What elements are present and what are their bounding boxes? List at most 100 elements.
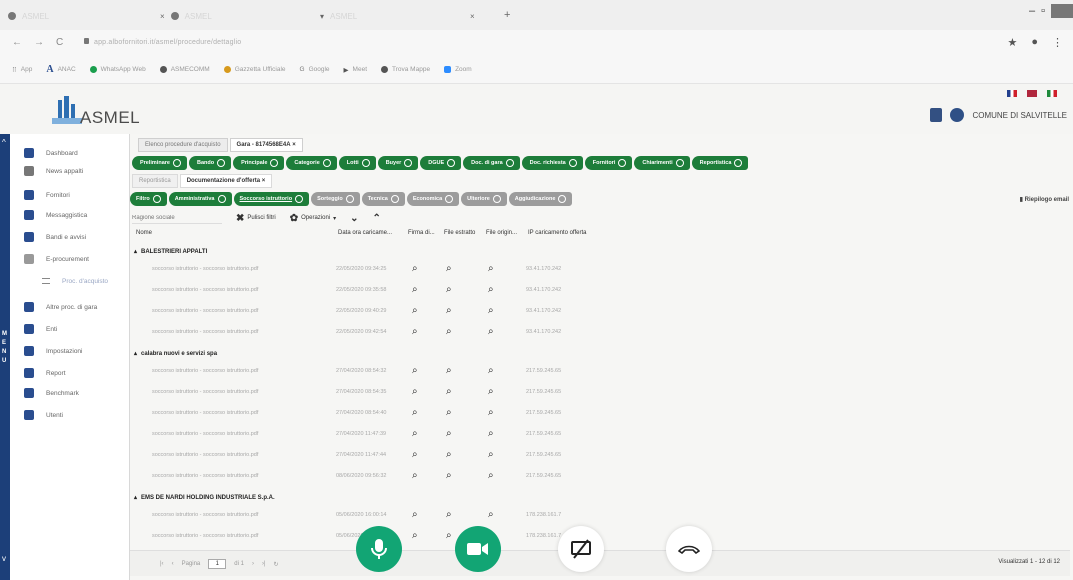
step-preliminare[interactable]: Preliminare	[132, 156, 187, 170]
sidebar-item-news-appalti[interactable]: News appalti	[24, 162, 128, 180]
bookmark-anac[interactable]: A ANAC	[46, 64, 75, 75]
col-file-originale[interactable]: File origin...	[486, 230, 517, 236]
sidebar-item-utenti[interactable]: Utenti	[24, 406, 128, 424]
close-window-icon[interactable]	[1051, 4, 1073, 18]
extracted-file-view-magnifier-icon[interactable]: ⌕	[446, 530, 452, 541]
step-lotti[interactable]: Lotti	[338, 156, 376, 170]
star-icon[interactable]: ★	[1007, 36, 1017, 49]
signature-view-magnifier-icon[interactable]: ⌕	[412, 470, 418, 481]
original-file-view-magnifier-icon[interactable]: ⌕	[488, 509, 494, 520]
download-icon[interactable]	[930, 108, 943, 122]
original-file-view-magnifier-icon[interactable]: ⌕	[488, 449, 494, 460]
forward-icon[interactable]: →	[34, 37, 44, 48]
collapse-caret-icon[interactable]: ▴	[134, 494, 137, 501]
page-input[interactable]: 1	[208, 559, 227, 569]
table-row[interactable]: soccorso istruttorio - soccorso istrutto…	[130, 469, 650, 485]
tab-documentazione-offerta[interactable]: Documentazione d'offerta ×	[179, 174, 273, 188]
chevron-down-icon[interactable]: v	[2, 554, 6, 563]
step-bando[interactable]: Bando	[188, 156, 232, 170]
step-doc-richiesta[interactable]: Doc. richiesta	[521, 156, 583, 170]
screen-share-button[interactable]	[558, 526, 604, 572]
signature-view-magnifier-icon[interactable]: ⌕	[412, 530, 418, 541]
tab-procedure-list[interactable]: Elenco procedure d'acquisto	[138, 138, 228, 152]
bookmark-gazzetta[interactable]: Gazzetta Ufficiale	[223, 66, 286, 73]
signature-view-magnifier-icon[interactable]: ⌕	[412, 326, 418, 337]
menu-strip[interactable]: ^ MENU v	[0, 134, 10, 580]
step-reportistica[interactable]: Reportistica	[691, 156, 749, 170]
sidebar-item-altre-proc-di-gara[interactable]: Altre proc. di gara	[24, 298, 128, 316]
table-row[interactable]: soccorso istruttorio - soccorso istrutto…	[130, 304, 650, 320]
original-file-view-magnifier-icon[interactable]: ⌕	[488, 386, 494, 397]
microphone-button[interactable]	[356, 526, 402, 572]
eval-step-economica[interactable]: Economica	[406, 192, 460, 206]
original-file-view-magnifier-icon[interactable]: ⌕	[488, 365, 494, 376]
back-icon[interactable]: ←	[12, 37, 22, 48]
clear-filters-button[interactable]: ✖ Pulisci filtri	[236, 213, 276, 224]
tab-reportistica[interactable]: Reportistica	[132, 174, 178, 188]
col-data[interactable]: Data ora caricame...	[338, 230, 392, 236]
table-row[interactable]: soccorso istruttorio - soccorso istrutto…	[130, 448, 650, 464]
eval-step-ulteriore[interactable]: Ulteriore	[461, 192, 507, 206]
sidebar-item-enti[interactable]: Enti	[24, 320, 128, 338]
original-file-view-magnifier-icon[interactable]: ⌕	[488, 284, 494, 295]
sidebar-item-messaggistica[interactable]: Messaggistica	[24, 206, 128, 224]
bookmark-whatsapp[interactable]: WhatsApp Web	[89, 66, 146, 73]
browser-tab[interactable]: × ASMEL	[160, 8, 212, 24]
signature-view-magnifier-icon[interactable]: ⌕	[412, 365, 418, 376]
extracted-file-view-magnifier-icon[interactable]: ⌕	[446, 428, 452, 439]
collapse-caret-icon[interactable]: ▴	[134, 248, 137, 255]
collapse-all-button[interactable]: ⌃	[373, 213, 381, 224]
bookmark-meet[interactable]: ▶ Meet	[344, 66, 367, 74]
col-ip[interactable]: IP caricamento offerta	[528, 230, 586, 236]
restore-icon[interactable]: ▫	[1041, 5, 1045, 17]
extracted-file-view-magnifier-icon[interactable]: ⌕	[446, 326, 452, 337]
table-row[interactable]: soccorso istruttorio - soccorso istrutto…	[130, 427, 650, 443]
col-file-estratto[interactable]: File estratto	[444, 230, 475, 236]
collapse-caret-icon[interactable]: ▴	[134, 350, 137, 357]
original-file-view-magnifier-icon[interactable]: ⌕	[488, 407, 494, 418]
step-doc-di-gara[interactable]: Doc. di gara	[463, 156, 520, 170]
new-tab-icon[interactable]: +	[504, 9, 510, 21]
signature-view-magnifier-icon[interactable]: ⌕	[412, 305, 418, 316]
email-summary-button[interactable]: ▮ Riepilogo email	[1020, 196, 1069, 203]
bookmark-google[interactable]: G Google	[300, 66, 330, 73]
refresh-icon[interactable]: ↻	[274, 561, 279, 568]
step-fornitori[interactable]: Fornitori	[584, 156, 633, 170]
table-row[interactable]: soccorso istruttorio - soccorso istrutto…	[130, 364, 650, 380]
tab-close-icon[interactable]: ×	[160, 12, 165, 21]
original-file-view-magnifier-icon[interactable]: ⌕	[488, 428, 494, 439]
prev-page-icon[interactable]: ‹	[172, 561, 174, 567]
eval-step-soccorso-istruttorio[interactable]: Soccorso istruttorio	[233, 192, 310, 206]
extracted-file-view-magnifier-icon[interactable]: ⌕	[446, 449, 452, 460]
bookmark-maps[interactable]: Trova Mappe	[381, 66, 430, 73]
signature-view-magnifier-icon[interactable]: ⌕	[412, 386, 418, 397]
signature-view-magnifier-icon[interactable]: ⌕	[412, 407, 418, 418]
reload-icon[interactable]: C	[56, 37, 63, 48]
minimize-icon[interactable]: –	[1029, 5, 1035, 17]
camera-button[interactable]	[455, 526, 501, 572]
step-buyer[interactable]: Buyer	[377, 156, 419, 170]
company-search-input[interactable]	[132, 212, 222, 224]
eval-step-filtro[interactable]: Filtro	[130, 192, 167, 206]
user-name[interactable]: COMUNE DI SALVITELLE	[972, 111, 1067, 120]
asmel-logo[interactable]: ASMEL	[46, 92, 140, 132]
sidebar-item-e-procurement[interactable]: E-procurement	[24, 250, 128, 268]
step-categorie[interactable]: Categorie	[286, 156, 337, 170]
eval-step-amministrativa[interactable]: Amministrativa	[168, 192, 232, 206]
tab-gara[interactable]: Gara - 8174568E4A ×	[229, 138, 303, 152]
eval-step-tecnica[interactable]: Tecnica	[361, 192, 405, 206]
signature-view-magnifier-icon[interactable]: ⌕	[412, 428, 418, 439]
bookmark-zoom[interactable]: Zoom	[444, 66, 472, 73]
flag-fr-icon[interactable]	[1007, 90, 1017, 97]
signature-view-magnifier-icon[interactable]: ⌕	[412, 263, 418, 274]
hangup-button[interactable]	[666, 526, 712, 572]
extracted-file-view-magnifier-icon[interactable]: ⌕	[446, 509, 452, 520]
col-firma[interactable]: Firma di...	[408, 230, 435, 236]
avatar[interactable]	[950, 108, 965, 122]
group-header[interactable]: ▴ BALESTRIERI APPALTI	[134, 248, 207, 256]
original-file-view-magnifier-icon[interactable]: ⌕	[488, 326, 494, 337]
flag-it-icon[interactable]	[1047, 90, 1057, 97]
browser-tab[interactable]: ▾ ASMEL	[320, 8, 357, 24]
extracted-file-view-magnifier-icon[interactable]: ⌕	[446, 407, 452, 418]
tab-close-icon[interactable]: ▾	[320, 12, 324, 21]
